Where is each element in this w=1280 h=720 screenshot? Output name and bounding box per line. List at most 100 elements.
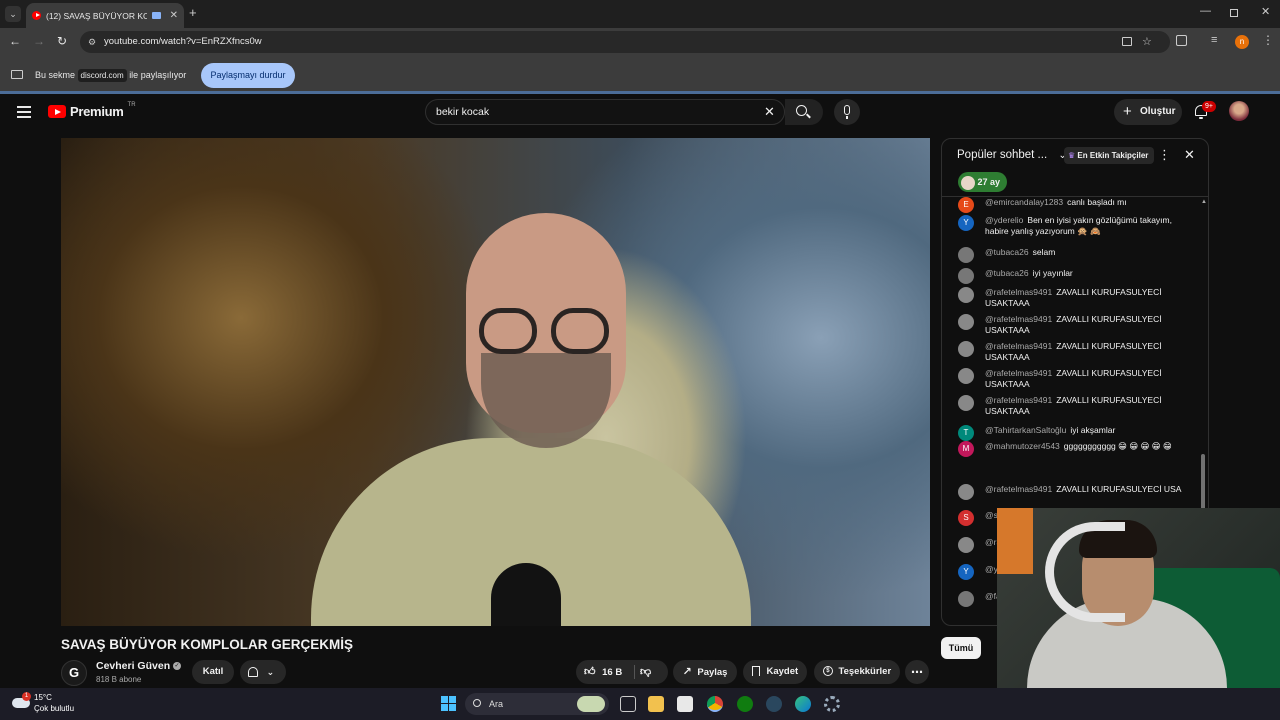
dislike-button[interactable]: 👎︎ (640, 660, 651, 684)
scroll-up-icon[interactable]: ▲ (1201, 199, 1207, 205)
chat-author-avatar[interactable]: M (958, 441, 974, 457)
video-player[interactable] (61, 138, 930, 626)
chat-author-name[interactable]: @rafetelmas9491 (985, 314, 1052, 324)
chat-author-name[interactable]: @y (985, 564, 998, 574)
temperature: 15°C (34, 693, 52, 702)
tab-search-button[interactable]: ⌄ (5, 6, 21, 22)
chat-author-avatar[interactable] (958, 268, 974, 284)
browser-menu-icon[interactable]: ⋮ (1262, 33, 1274, 47)
chat-author-avatar[interactable] (958, 368, 974, 384)
youtube-header: Premium TR bekir kocak ✕ + Oluştur 9+ (0, 97, 1270, 129)
chat-mode-dropdown[interactable]: Popüler sohbet ... ⌄ (957, 149, 1067, 161)
minimize-icon[interactable]: — (1200, 5, 1211, 17)
reading-list-icon[interactable]: ≡ (1211, 34, 1217, 46)
chat-author-name[interactable]: @TahirtarkanSaltoğlu (985, 425, 1066, 435)
close-chat-icon[interactable]: ✕ (1184, 147, 1195, 163)
search-button[interactable] (785, 99, 823, 125)
steam-icon[interactable] (766, 696, 782, 712)
chat-author-avatar[interactable]: E (958, 197, 974, 213)
back-icon[interactable]: ← (9, 34, 21, 48)
chat-author-avatar[interactable] (958, 247, 974, 263)
account-avatar[interactable] (1229, 101, 1249, 121)
chat-message-body: @rafetelmas9491 ZAVALLI KURUFASULYECİ USA… (985, 395, 1183, 417)
chat-author-name[interactable]: @rafetelmas9491 (985, 368, 1052, 378)
chat-header: Popüler sohbet ... ⌄ ♛ En Etkin Takipçil… (942, 139, 1208, 197)
active-tab[interactable]: (12) SAVAŞ BÜYÜYOR KOMP ✕ (26, 3, 184, 28)
chat-author-avatar[interactable]: Y (958, 564, 974, 580)
webcam-background-shelf (997, 508, 1033, 574)
share-message: Bu sekme discord.com ile paylaşılıyor (35, 69, 187, 82)
hamburger-menu-icon[interactable] (17, 106, 31, 118)
settings-gear-icon[interactable] (824, 696, 840, 712)
video-frame-beard (481, 353, 611, 448)
edge-icon[interactable] (795, 696, 811, 712)
restore-icon[interactable] (1230, 9, 1238, 17)
channel-name[interactable]: Cevheri Güven ✓ (96, 660, 182, 672)
share-button[interactable]: ↗ Paylaş (673, 660, 737, 684)
chat-author-avatar[interactable] (958, 287, 974, 303)
chat-author-name[interactable]: @rafetelmas9491 (985, 287, 1052, 297)
new-tab-button[interactable]: + (189, 5, 197, 20)
chat-author-avatar[interactable]: T (958, 425, 974, 441)
chat-menu-icon[interactable]: ⋮ (1158, 147, 1171, 163)
stop-sharing-button[interactable]: Paylaşmayı durdur (201, 63, 295, 88)
chat-author-name[interactable]: @s (985, 510, 998, 520)
forward-icon[interactable]: → (33, 34, 45, 48)
youtube-premium-logo[interactable]: Premium TR (48, 102, 136, 119)
create-button[interactable]: + Oluştur (1114, 99, 1182, 125)
chat-author-name[interactable]: @rafetelmas9491 (985, 395, 1052, 405)
join-button[interactable]: Katıl (192, 660, 234, 684)
url-field[interactable]: ⚙ youtube.com/watch?v=EnRZXfncs0w ☆ (80, 31, 1170, 53)
close-window-icon[interactable]: ✕ (1261, 5, 1270, 18)
save-button[interactable]: Kaydet (743, 660, 807, 684)
chat-author-name[interactable]: @tubaca26 (985, 268, 1029, 278)
voice-search-button[interactable] (834, 99, 860, 125)
start-button[interactable] (441, 696, 456, 711)
search-input[interactable]: bekir kocak ✕ (425, 99, 785, 125)
chat-author-avatar[interactable] (958, 395, 974, 411)
chat-author-name[interactable]: @yderelio (985, 215, 1023, 225)
subscription-bell-button[interactable]: ⌄ (240, 660, 286, 684)
store-icon[interactable] (677, 696, 693, 712)
chat-author-name[interactable]: @tubaca26 (985, 247, 1029, 257)
profile-avatar[interactable]: n (1235, 35, 1249, 49)
chat-scroll-thumb[interactable] (1201, 454, 1205, 514)
file-explorer-icon[interactable] (648, 696, 664, 712)
plus-icon: + (1123, 103, 1132, 120)
taskbar-search[interactable]: Ara (465, 693, 609, 715)
close-tab-icon[interactable]: ✕ (170, 10, 178, 21)
chat-author-name[interactable]: @rafetelmas9491 (985, 484, 1052, 494)
screen-share-icon (11, 70, 23, 79)
chat-author-avatar[interactable] (958, 591, 974, 607)
chrome-icon[interactable] (707, 696, 723, 712)
xbox-icon[interactable] (737, 696, 753, 712)
chat-author-name[interactable]: @rafetelmas9491 (985, 341, 1052, 351)
chat-author-avatar[interactable]: S (958, 510, 974, 526)
chat-author-name[interactable]: @emircandalay1283 (985, 197, 1063, 207)
site-info-icon[interactable]: ⚙ (88, 31, 96, 53)
chat-message-body: @rafetelmas9491 ZAVALLI KURUFASULYECİ USA… (985, 314, 1183, 336)
cast-icon[interactable] (1122, 37, 1132, 46)
member-months-badge[interactable]: 27 ay (958, 172, 1008, 192)
channel-avatar[interactable]: G (61, 660, 87, 686)
clear-search-icon[interactable]: ✕ (764, 100, 775, 124)
bookmark-star-icon[interactable]: ☆ (1142, 31, 1152, 53)
extensions-icon[interactable] (1176, 35, 1187, 46)
chat-filter-chip[interactable]: Tümü (941, 637, 981, 659)
share-suffix: ile paylaşılıyor (129, 70, 187, 80)
task-view-icon[interactable] (620, 696, 636, 712)
share-arrow-icon: ↗ (682, 666, 692, 678)
top-fans-chip[interactable]: ♛ En Etkin Takipçiler (1064, 147, 1155, 164)
chat-author-avatar[interactable] (958, 314, 974, 330)
thanks-button[interactable]: $ Teşekkürler (814, 660, 900, 684)
chat-author-avatar[interactable] (958, 537, 974, 553)
weather-widget[interactable]: 1 15°C Çok bulutlu (12, 692, 74, 714)
chat-author-avatar[interactable]: Y (958, 215, 974, 231)
more-actions-button[interactable]: ⋯ (905, 660, 929, 684)
chat-author-name[interactable]: @mahmutozer4543 (985, 441, 1060, 451)
chat-author-avatar[interactable] (958, 341, 974, 357)
chat-author-avatar[interactable] (958, 484, 974, 500)
like-button[interactable]: 👍︎ 16 B (584, 660, 632, 685)
chat-message-text: ZAVALLI KURUFASULYECİ USA (1056, 484, 1182, 494)
reload-icon[interactable]: ↻ (57, 34, 67, 48)
